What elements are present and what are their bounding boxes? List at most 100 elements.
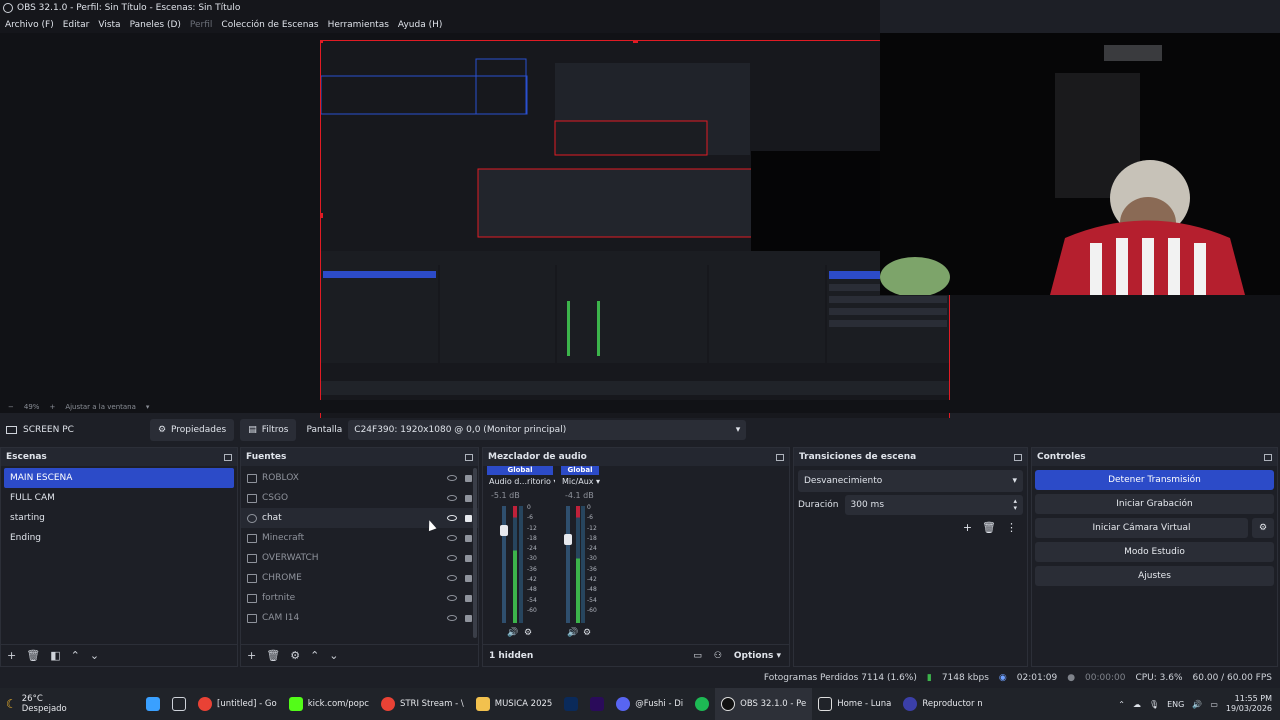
source-item[interactable]: chat (241, 508, 478, 528)
move-down-button[interactable]: ⌄ (329, 649, 338, 662)
menu-tools[interactable]: Herramientas (328, 20, 389, 30)
eye-hidden-icon[interactable] (447, 574, 457, 581)
remove-transition-button[interactable]: 🗑 (982, 521, 996, 534)
microphone-icon[interactable]: 🎙 (1149, 700, 1159, 709)
options-button[interactable]: Options ▾ (734, 651, 781, 661)
gear-icon[interactable]: ⚙ (524, 628, 532, 638)
hidden-count[interactable]: 1 hidden (489, 651, 533, 661)
lock-icon[interactable] (465, 494, 472, 502)
virtual-camera-settings-button[interactable]: ⚙ (1252, 518, 1274, 538)
undock-icon[interactable] (1014, 453, 1022, 461)
duration-spinbox[interactable]: 300 ms ▴ ▾ (844, 495, 1023, 515)
taskbar-app[interactable]: MUSICA 2025 (470, 688, 559, 720)
taskbar-app[interactable]: Home - Luna (812, 688, 897, 720)
source-properties-button[interactable]: ⚙ (290, 649, 300, 662)
weather-widget[interactable]: ☾ 26°C Despejado (0, 688, 140, 720)
lock-icon[interactable] (465, 514, 472, 522)
battery-icon[interactable]: ▭ (1210, 700, 1218, 709)
channel-name-select[interactable]: Mic/Aux ▾ (562, 477, 600, 486)
move-up-button[interactable]: ⌃ (71, 649, 80, 662)
eye-hidden-icon[interactable] (447, 614, 457, 621)
taskbar-app[interactable]: kick.com/popc (283, 688, 375, 720)
eye-hidden-icon[interactable] (447, 554, 457, 561)
volume-fader-knob[interactable] (500, 525, 508, 537)
taskbar-app[interactable]: OBS 32.1.0 - Pe (715, 688, 813, 720)
menu-file[interactable]: Archivo (F) (5, 20, 54, 30)
add-transition-button[interactable]: + (963, 521, 972, 534)
volume-fader-track[interactable] (502, 506, 506, 623)
source-item[interactable]: CAM I14 (241, 608, 478, 628)
start-recording-button[interactable]: Iniciar Grabación (1035, 494, 1274, 514)
menu-docks[interactable]: Paneles (D) (130, 20, 181, 30)
speaker-icon[interactable]: 🔊 (567, 628, 578, 638)
clock[interactable]: 11:55 PM 19/03/2026 (1226, 694, 1272, 714)
menu-scene-collection[interactable]: Colección de Escenas (221, 20, 318, 30)
move-up-button[interactable]: ⌃ (310, 649, 319, 662)
menu-edit[interactable]: Editar (63, 20, 90, 30)
eye-hidden-icon[interactable] (447, 534, 457, 541)
undock-icon[interactable] (224, 453, 232, 461)
source-item[interactable]: fortnite (241, 588, 478, 608)
remove-scene-button[interactable]: 🗑 (26, 649, 40, 662)
scene-item[interactable]: MAIN ESCENA (4, 468, 234, 488)
eye-hidden-icon[interactable] (447, 474, 457, 481)
transition-select[interactable]: Desvanecimiento ▾ (798, 470, 1023, 492)
spin-arrows-icon[interactable]: ▴ ▾ (1013, 498, 1017, 512)
cloud-icon[interactable]: ☁ (1133, 700, 1141, 709)
source-item[interactable]: OVERWATCH (241, 548, 478, 568)
taskbar-app[interactable] (584, 688, 610, 720)
channel-name-select[interactable]: Audio d...ritorio ▾ (489, 477, 555, 486)
zoom-fit-label[interactable]: Ajustar a la ventana (65, 403, 136, 411)
taskbar-app[interactable]: [untitled] - Go (192, 688, 283, 720)
menu-profile[interactable]: Perfil (190, 20, 213, 30)
undock-icon[interactable] (1264, 453, 1272, 461)
undock-icon[interactable] (465, 453, 473, 461)
scene-filters-button[interactable]: ◧ (50, 649, 60, 662)
lock-icon[interactable] (465, 574, 472, 582)
undock-icon[interactable] (776, 453, 784, 461)
studio-mode-button[interactable]: Modo Estudio (1035, 542, 1274, 562)
zoom-dropdown-icon[interactable]: ▾ (146, 403, 150, 411)
properties-button[interactable]: ⚙ Propiedades (149, 419, 235, 441)
scene-item[interactable]: Ending (4, 528, 234, 548)
source-item[interactable]: ROBLOX (241, 468, 478, 488)
eye-hidden-icon[interactable] (447, 594, 457, 601)
taskbar-app[interactable]: @Fushi - Di (610, 688, 689, 720)
volume-fader-track[interactable] (566, 506, 570, 623)
display-select[interactable]: C24F390: 1920x1080 @ 0,0 (Monitor princi… (348, 420, 747, 440)
lock-icon[interactable] (465, 534, 472, 542)
taskbar-app[interactable] (558, 688, 584, 720)
zoom-out-button[interactable]: − (8, 403, 14, 411)
menu-view[interactable]: Vista (98, 20, 120, 30)
lock-icon[interactable] (465, 554, 472, 562)
start-virtual-camera-button[interactable]: Iniciar Cámara Virtual (1035, 518, 1248, 538)
preview-area[interactable] (0, 33, 1280, 428)
remove-source-button[interactable]: 🗑 (266, 649, 280, 662)
stop-stream-button[interactable]: Detener Transmisión (1035, 470, 1274, 490)
eye-hidden-icon[interactable] (447, 494, 457, 501)
add-scene-button[interactable]: + (7, 649, 16, 662)
gear-icon[interactable]: ⚙ (583, 628, 591, 638)
lock-icon[interactable] (465, 474, 472, 482)
language-indicator[interactable]: ENG (1167, 700, 1184, 709)
file-explorer-button[interactable] (166, 688, 192, 720)
lock-icon[interactable] (465, 614, 472, 622)
source-item[interactable]: CHROME (241, 568, 478, 588)
source-item[interactable]: CSGO (241, 488, 478, 508)
screen-capture-preview[interactable] (320, 40, 950, 428)
eye-icon[interactable] (447, 514, 457, 521)
volume-icon[interactable]: 🔊 (1192, 700, 1202, 709)
lock-icon[interactable] (465, 594, 472, 602)
scene-item[interactable]: starting (4, 508, 234, 528)
chevron-up-icon[interactable]: ⌃ (1118, 700, 1125, 709)
link-icon[interactable]: ⚇ (714, 651, 722, 661)
add-source-button[interactable]: + (247, 649, 256, 662)
taskbar-app[interactable]: Reproductor n (897, 688, 988, 720)
filters-button[interactable]: ▤ Filtros (240, 419, 297, 441)
settings-button[interactable]: Ajustes (1035, 566, 1274, 586)
source-item[interactable]: Minecraft (241, 528, 478, 548)
menu-help[interactable]: Ayuda (H) (398, 20, 442, 30)
taskbar-app[interactable] (689, 688, 715, 720)
more-options-icon[interactable]: ⋮ (1006, 521, 1017, 534)
scene-item[interactable]: FULL CAM (4, 488, 234, 508)
